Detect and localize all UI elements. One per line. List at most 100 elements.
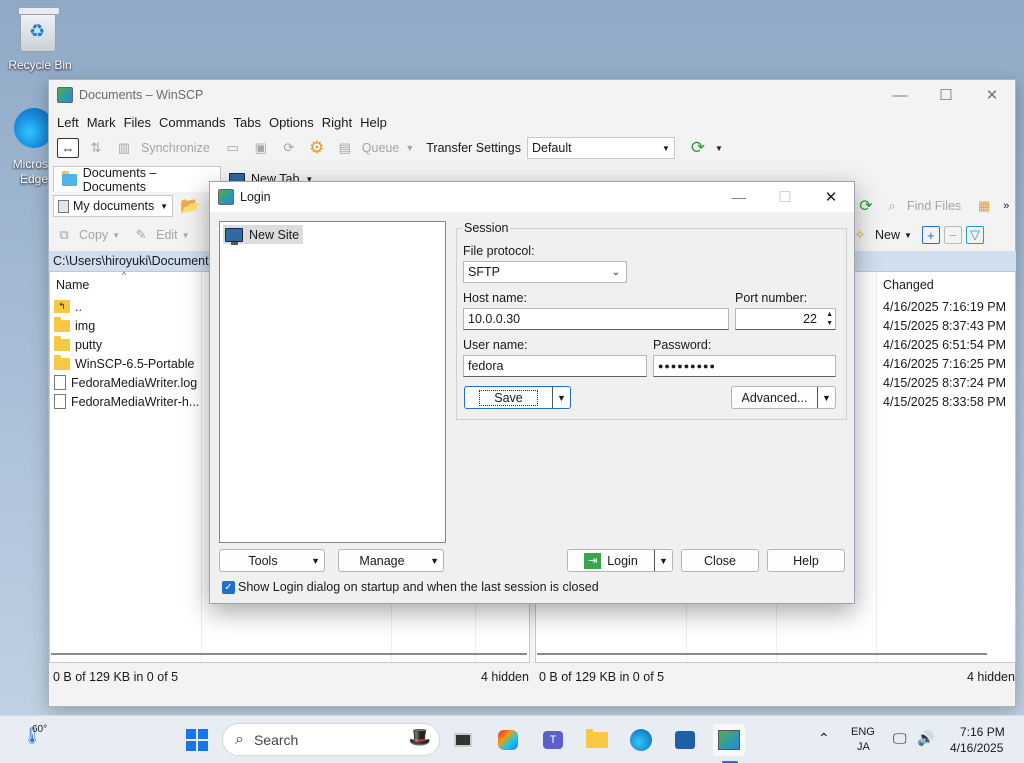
menu-help[interactable]: Help — [360, 115, 387, 130]
site-item-new-site[interactable]: New Site — [223, 225, 304, 245]
task-view-icon — [454, 733, 472, 747]
teams-button[interactable]: T — [537, 724, 569, 756]
task-view-button[interactable] — [447, 724, 479, 756]
teams-icon: T — [543, 731, 563, 749]
file-name: .. — [75, 299, 82, 314]
port-number-field[interactable]: 22 ▲ ▼ — [735, 308, 836, 330]
user-name-field[interactable]: fedora — [463, 355, 647, 377]
file-row[interactable]: img — [54, 316, 95, 335]
refresh-right-icon[interactable]: ⟳ — [855, 196, 877, 216]
left-hscrollbar[interactable] — [51, 653, 527, 655]
menu-left[interactable]: Left — [57, 115, 79, 130]
user-name-label: User name: — [463, 338, 528, 352]
copilot-button[interactable] — [492, 724, 524, 756]
menu-bar: Left Mark Files Commands Tabs Options Ri… — [49, 110, 1015, 134]
store-icon — [675, 731, 695, 749]
filter-icon[interactable]: ▽ — [965, 226, 984, 244]
login-icon: ⇥ — [584, 552, 602, 569]
file-row[interactable]: FedoraMediaWriter.log — [54, 373, 197, 392]
tools-button[interactable]: Tools ▼ — [219, 549, 325, 572]
volume-icon[interactable]: 🔊 — [917, 730, 934, 747]
menu-tabs[interactable]: Tabs — [234, 115, 261, 130]
winscp-taskbar-button[interactable] — [713, 724, 745, 756]
site-list[interactable]: New Site — [219, 221, 446, 543]
host-name-field[interactable]: 10.0.0.30 — [463, 308, 729, 330]
menu-commands[interactable]: Commands — [159, 115, 225, 130]
menu-files[interactable]: Files — [124, 115, 151, 130]
left-col-name-label: Name — [56, 278, 90, 292]
menu-mark[interactable]: Mark — [87, 115, 116, 130]
edge-button[interactable] — [625, 724, 657, 756]
plus-icon[interactable]: + — [921, 226, 940, 244]
copy-icon: ⧉ — [59, 227, 69, 242]
left-col-name[interactable]: Name — [56, 274, 89, 296]
chevron-up-icon[interactable]: ⌃ — [818, 730, 830, 747]
password-field[interactable]: ●●●●●●●●● — [653, 355, 836, 377]
session-sync-icon[interactable]: ⟳ — [687, 138, 709, 158]
show-login-checkbox[interactable]: ✓ — [222, 581, 235, 594]
copy-button: Copy — [79, 228, 109, 242]
tab-documents[interactable]: Documents – Documents — [53, 166, 221, 194]
preferences-gear-icon[interactable]: ⚙ — [306, 138, 328, 158]
store-button[interactable] — [669, 724, 701, 756]
file-protocol-label: File protocol: — [463, 244, 535, 258]
left-location-select[interactable]: My documents ▼ — [53, 195, 173, 217]
manage-button[interactable]: Manage ▼ — [338, 549, 444, 572]
clock-date[interactable]: 4/16/2025 — [950, 741, 1003, 755]
tree-folder-icon[interactable]: ▦ — [973, 196, 995, 216]
maximize-button[interactable]: ☐ — [923, 80, 969, 110]
file-row[interactable]: ↰.. — [54, 297, 82, 316]
login-close-x-button[interactable]: ✕ — [808, 182, 854, 212]
changed-cell: 4/16/2025 7:16:19 PM — [883, 299, 1007, 314]
advanced-button[interactable]: Advanced... ▼ — [731, 386, 836, 409]
documents-icon — [58, 199, 69, 213]
file-row[interactable]: WinSCP-6.5-Portable — [54, 354, 195, 373]
queue-button: Queue — [361, 141, 400, 155]
right-status: 0 B of 129 KB in 0 of 5 — [539, 670, 665, 684]
login-button[interactable]: ⇥ Login ▼ — [567, 549, 673, 572]
manage-label: Manage — [359, 553, 405, 568]
menu-right[interactable]: Right — [322, 115, 352, 130]
tools-dropdown-icon: ▼ — [311, 555, 320, 566]
taskbar-search[interactable]: ⌕ Search 🎩 — [222, 723, 440, 756]
more-icon[interactable]: » — [1003, 200, 1009, 212]
file-explorer-button[interactable] — [581, 724, 613, 756]
right-panel-actions: ✧ New ▼ + − ▽ — [849, 223, 984, 247]
right-col-changed[interactable]: Changed — [883, 274, 934, 296]
file-row[interactable]: putty — [54, 335, 102, 354]
left-panel-toolbar: My documents ▼ 📂 — [53, 194, 201, 218]
network-icon[interactable]: 🖵 — [893, 730, 907, 747]
session-dropdown-icon[interactable]: ▼ — [715, 144, 723, 153]
copilot-icon — [498, 730, 518, 750]
transfer-settings-select[interactable]: Default ▼ — [526, 137, 675, 159]
file-name: FedoraMediaWriter-h... — [71, 394, 200, 409]
help-button[interactable]: Help — [767, 549, 845, 572]
right-hscrollbar[interactable] — [537, 653, 987, 655]
start-button[interactable] — [181, 724, 213, 756]
login-minimize-button[interactable]: — — [716, 182, 762, 212]
minimize-button[interactable]: — — [877, 80, 923, 110]
save-button[interactable]: Save ▼ — [464, 386, 571, 409]
advanced-dropdown-icon[interactable]: ▼ — [817, 387, 835, 408]
login-titlebar: Login — ☐ ✕ — [210, 182, 854, 212]
lang-line1[interactable]: ENG — [851, 726, 875, 738]
close-window-button[interactable]: ✕ — [969, 80, 1015, 110]
save-label: Save — [479, 389, 538, 406]
compare-directories-icon[interactable]: ⇔ — [57, 138, 79, 158]
lang-line2[interactable]: JA — [857, 741, 870, 753]
save-dropdown-icon[interactable]: ▼ — [552, 387, 570, 408]
open-folder-icon[interactable]: 📂 — [179, 196, 201, 216]
site-item-label: New Site — [249, 227, 300, 242]
show-login-checkbox-label[interactable]: Show Login dialog on startup and when th… — [238, 580, 599, 594]
clock-time[interactable]: 7:16 PM — [960, 725, 1005, 739]
port-spinner-icon[interactable]: ▲ ▼ — [826, 310, 833, 328]
login-dropdown-icon[interactable]: ▼ — [654, 550, 672, 571]
file-protocol-select[interactable]: SFTP ⌄ — [463, 261, 627, 283]
left-status: 0 B of 129 KB in 0 of 5 — [53, 670, 179, 684]
file-row[interactable]: FedoraMediaWriter-h... — [54, 392, 199, 411]
new-button[interactable]: New — [875, 228, 900, 242]
menu-options[interactable]: Options — [269, 115, 314, 130]
chevron-down-icon: ▼ — [160, 201, 168, 211]
close-button[interactable]: Close — [681, 549, 759, 572]
new-dropdown-icon[interactable]: ▼ — [904, 231, 912, 240]
